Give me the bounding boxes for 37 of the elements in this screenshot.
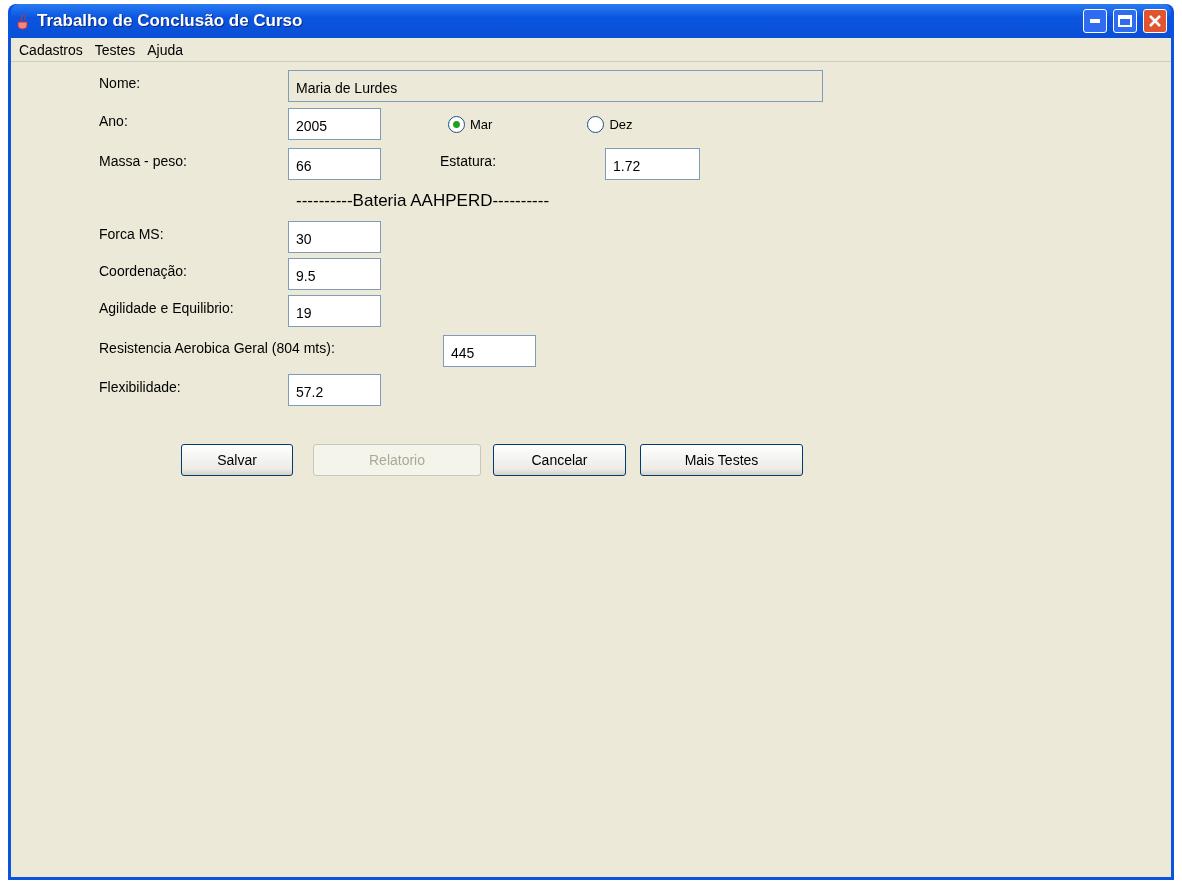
action-button[interactable]: Cancelar xyxy=(493,444,626,476)
section-title: ----------Bateria AAHPERD---------- xyxy=(296,191,550,211)
close-icon xyxy=(1148,14,1162,28)
java-cup-icon xyxy=(15,12,31,30)
name-field[interactable]: Maria de Lurdes xyxy=(288,70,823,102)
field-label: Massa - peso: xyxy=(99,153,187,169)
field-label: Resistencia Aerobica Geral (804 mts): xyxy=(99,340,335,356)
action-button[interactable]: Salvar xyxy=(181,444,293,476)
field-label: Coordenação: xyxy=(99,262,187,279)
test-field[interactable]: 9.5 xyxy=(288,257,381,290)
test-field[interactable]: 30 xyxy=(288,220,381,253)
maximize-icon xyxy=(1118,15,1132,27)
menu-item[interactable]: Ajuda xyxy=(144,41,187,58)
test-field[interactable]: 19 xyxy=(288,294,381,327)
menu-item[interactable]: Cadastros xyxy=(16,41,86,58)
radio-button[interactable] xyxy=(587,115,605,133)
test-field[interactable]: 445 xyxy=(443,335,536,367)
test-field[interactable]: 57.2 xyxy=(288,373,381,406)
radio-label: Mar xyxy=(470,116,493,132)
height-field[interactable]: 1.72 xyxy=(605,148,700,180)
field-label: Ano: xyxy=(99,113,128,129)
close-button[interactable] xyxy=(1143,9,1167,33)
maximize-button[interactable] xyxy=(1113,9,1137,33)
radio-button[interactable] xyxy=(448,115,465,133)
minimize-button[interactable] xyxy=(1083,9,1107,33)
radio-label: Dez xyxy=(609,116,633,132)
field-label: Forca MS: xyxy=(99,225,164,242)
year-field[interactable]: 2005 xyxy=(288,108,381,140)
weight-field[interactable]: 66 xyxy=(288,148,381,180)
window-title: Trabalho de Conclusão de Curso xyxy=(37,11,304,31)
field-label: Nome: xyxy=(99,75,141,91)
field-label: Agilidade e Equilibrio: xyxy=(99,299,234,316)
menu-item[interactable]: Testes xyxy=(91,41,139,58)
field-label: Flexibilidade: xyxy=(99,378,181,395)
action-button[interactable]: Mais Testes xyxy=(640,444,803,476)
minimize-icon xyxy=(1090,19,1100,23)
field-label: Estatura: xyxy=(440,153,497,169)
